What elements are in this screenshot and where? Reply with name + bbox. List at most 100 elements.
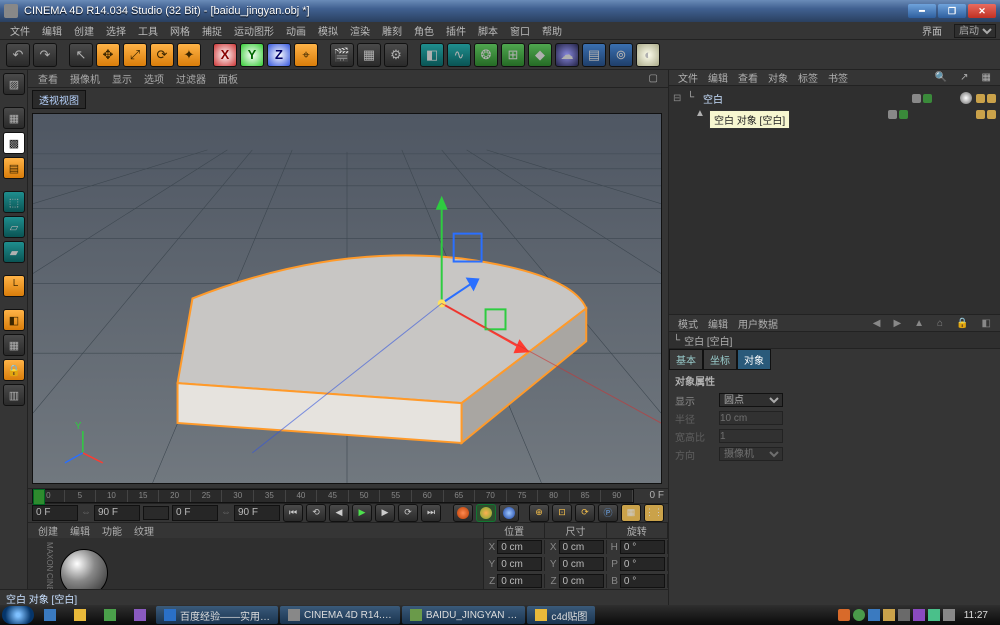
undo-button[interactable]: ↶ [6,43,30,67]
taskbar-item-folder[interactable]: c4d贴图 [527,606,595,624]
move-tool[interactable]: ✥ [96,43,120,67]
object-row-null[interactable]: ⊟ └ 空白 [673,90,996,106]
taskbar-pin-1[interactable] [36,606,64,624]
make-editable-button[interactable]: ▨ [3,73,25,95]
total-frames-field[interactable] [234,505,280,521]
model-mode-button[interactable]: ▦ [3,107,25,129]
size-z-field[interactable] [559,574,604,588]
view-menu-view[interactable]: 查看 [32,71,64,86]
om-menu-object[interactable]: 对象 [763,70,793,85]
play-button[interactable]: ▶ [352,504,372,522]
tray-icon[interactable] [868,609,880,621]
menu-select[interactable]: 选择 [100,23,132,38]
om-menu-file[interactable]: 文件 [673,70,703,85]
menu-mesh[interactable]: 网格 [164,23,196,38]
om-view-icon[interactable]: ▦ [977,72,996,83]
prev-frame-button[interactable]: ◀ [329,504,349,522]
menu-character[interactable]: 角色 [408,23,440,38]
key-pos-button[interactable]: ⊕ [529,504,549,522]
am-fwd-icon[interactable]: ▶ [888,318,906,329]
om-path-icon[interactable]: ↗ [955,72,973,83]
keyframe-sel-button[interactable] [499,504,519,522]
taskbar-pin-2[interactable] [66,606,94,624]
menu-plugins[interactable]: 插件 [440,23,472,38]
goto-end-button[interactable]: ⏭ [421,504,441,522]
pos-x-field[interactable] [497,540,542,554]
view-menu-filter[interactable]: 过滤器 [170,71,212,86]
maximize-button[interactable]: ❐ [938,4,966,18]
om-menu-bookmarks[interactable]: 书签 [823,70,853,85]
prev-key-button[interactable]: ⟲ [306,504,326,522]
am-lock-icon[interactable]: 🔒 [951,318,973,329]
view-menu-display[interactable]: 显示 [106,71,138,86]
am-home-icon[interactable]: ⌂ [932,318,948,329]
menu-window[interactable]: 窗口 [504,23,536,38]
size-x-field[interactable] [559,540,604,554]
view-menu-camera[interactable]: 摄像机 [64,71,106,86]
key-scale-button[interactable]: ⊡ [552,504,572,522]
last-tool[interactable]: ✦ [177,43,201,67]
render-region-button[interactable]: ▦ [357,43,381,67]
current-frame-field[interactable] [172,505,218,521]
mat-menu-create[interactable]: 创建 [32,523,64,538]
start-button[interactable] [2,606,34,624]
perspective-viewport[interactable]: Y [32,113,662,484]
phong-tag-icon[interactable] [960,92,972,104]
am-tab-object[interactable]: 对象 [737,349,771,370]
taskbar-clock[interactable]: 11:27 [958,610,994,621]
taskbar-item-browser[interactable]: 百度经验——实用… [156,606,278,624]
goto-start-button[interactable]: ⏮ [283,504,303,522]
timeline[interactable]: 05 1015 2025 3035 4045 5055 6065 7075 80… [28,488,668,503]
close-button[interactable]: ✕ [968,4,996,18]
ratio-field[interactable] [719,429,783,443]
minimize-button[interactable]: ━ [908,4,936,18]
menu-create[interactable]: 创建 [68,23,100,38]
menu-mograph[interactable]: 运动图形 [228,23,280,38]
lock-z-axis[interactable]: Z [267,43,291,67]
display-dropdown[interactable]: 圆点 [719,393,783,407]
tray-icon[interactable] [913,609,925,621]
radius-field[interactable] [719,411,783,425]
add-deformer-button[interactable]: ◆ [528,43,552,67]
lock-y-axis[interactable]: Y [240,43,264,67]
am-tab-basic[interactable]: 基本 [669,349,703,370]
record-button[interactable] [453,504,473,522]
menu-edit[interactable]: 编辑 [36,23,68,38]
rot-b-field[interactable] [620,574,665,588]
add-spline-button[interactable]: ∿ [447,43,471,67]
am-back-icon[interactable]: ◀ [868,318,886,329]
render-view-button[interactable]: 🎬 [330,43,354,67]
view-menu-panel[interactable]: 面板 [212,71,244,86]
point-mode-button[interactable]: ⬚ [3,191,25,213]
om-search-icon[interactable]: 🔍 [930,72,952,83]
rotate-tool[interactable]: ⟳ [150,43,174,67]
menu-render[interactable]: 渲染 [344,23,376,38]
rot-p-field[interactable] [620,557,665,571]
menu-animate[interactable]: 动画 [280,23,312,38]
range-slider[interactable] [143,506,169,520]
taskbar-item-c4d[interactable]: CINEMA 4D R14.… [280,606,400,624]
polygon-mode-button[interactable]: ▰ [3,241,25,263]
texture-mode-button[interactable]: ▩ [3,132,25,154]
am-up-icon[interactable]: ▲ [909,318,929,329]
taskbar-pin-3[interactable] [96,606,124,624]
am-new-icon[interactable]: ◧ [977,318,996,329]
layout-dropdown[interactable]: 启动 [954,24,996,38]
add-environment-button[interactable]: ☁ [555,43,579,67]
timeline-slider[interactable]: 05 1015 2025 3035 4045 5055 6065 7075 80… [32,489,634,503]
pos-y-field[interactable] [497,557,542,571]
scale-tool[interactable]: ⤢ [123,43,147,67]
om-menu-edit[interactable]: 编辑 [703,70,733,85]
viewport-solo-button[interactable]: ▦ [3,334,25,356]
taskbar-pin-4[interactable] [126,606,154,624]
om-menu-tags[interactable]: 标签 [793,70,823,85]
key-param-button[interactable]: Ⓟ [598,504,618,522]
redo-button[interactable]: ↷ [33,43,57,67]
live-select-tool[interactable]: ↖ [69,43,93,67]
timeline-playhead[interactable] [33,489,45,505]
range-end-field[interactable] [94,505,140,521]
render-settings-button[interactable]: ⚙ [384,43,408,67]
next-frame-button[interactable]: ▶ [375,504,395,522]
rot-h-field[interactable] [620,540,665,554]
add-light-button[interactable]: ⊚ [609,43,633,67]
